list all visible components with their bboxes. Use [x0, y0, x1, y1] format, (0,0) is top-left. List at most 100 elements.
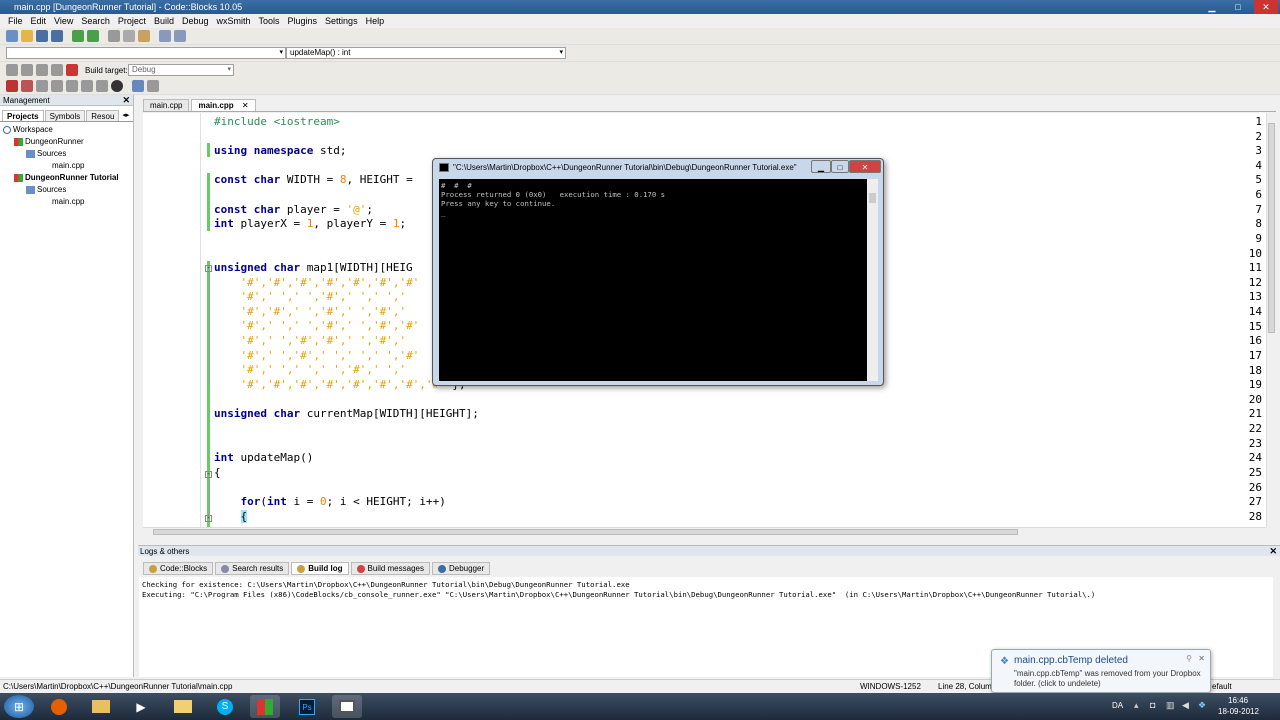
- step-out-icon[interactable]: [66, 80, 78, 92]
- next-instruction-icon[interactable]: [81, 80, 93, 92]
- taskbar-explorer[interactable]: [86, 695, 116, 718]
- tree-file-main[interactable]: main.cpp: [0, 160, 133, 172]
- code-line: '#',' ','#',' ',' ',' ','#': [240, 349, 420, 362]
- tab-scroll-arrows[interactable]: ◂▸: [120, 110, 129, 121]
- tab-symbols[interactable]: Symbols: [44, 110, 86, 121]
- tab-build-log[interactable]: Build log: [291, 562, 349, 575]
- abort-icon[interactable]: [66, 64, 78, 76]
- console-scrollbar[interactable]: [867, 179, 878, 381]
- menu-build[interactable]: Build: [150, 16, 178, 26]
- menu-debug[interactable]: Debug: [178, 16, 213, 26]
- run-icon[interactable]: [21, 64, 33, 76]
- tab-build-messages[interactable]: Build messages: [350, 562, 430, 575]
- build-settings-icon[interactable]: [6, 64, 18, 76]
- close-icon[interactable]: ✕: [122, 95, 130, 106]
- menu-project[interactable]: Project: [114, 16, 150, 26]
- console-window[interactable]: "C:\Users\Martin\Dropbox\C++\DungeonRunn…: [432, 158, 884, 386]
- tree-folder-sources[interactable]: Sources: [0, 148, 133, 160]
- menu-help[interactable]: Help: [362, 16, 389, 26]
- taskbar-skype[interactable]: S: [210, 695, 240, 718]
- clock-time[interactable]: 16:46: [1228, 696, 1248, 705]
- line-number: 5: [1255, 173, 1262, 187]
- taskbar-folder[interactable]: [168, 695, 198, 718]
- step-instruction-icon[interactable]: [96, 80, 108, 92]
- tray-apps-icon[interactable]: ◘: [1150, 700, 1155, 710]
- stop-debug-icon[interactable]: [111, 80, 123, 92]
- tree-workspace[interactable]: Workspace: [0, 124, 133, 136]
- tree-file-main[interactable]: main.cpp: [0, 196, 133, 208]
- tab-search-results[interactable]: Search results: [215, 562, 290, 575]
- run-to-cursor-icon[interactable]: [21, 80, 33, 92]
- menu-view[interactable]: View: [50, 16, 77, 26]
- taskbar-console[interactable]: [332, 695, 362, 718]
- pin-icon[interactable]: ⚲: [1186, 654, 1192, 663]
- tab-projects[interactable]: Projects: [2, 110, 44, 121]
- dropbox-tray-icon[interactable]: ❖: [1198, 700, 1206, 711]
- scrollbar-thumb[interactable]: [869, 193, 876, 203]
- save-all-icon[interactable]: [51, 30, 63, 42]
- redo-icon[interactable]: [87, 30, 99, 42]
- taskbar-codeblocks[interactable]: [250, 695, 280, 718]
- undo-icon[interactable]: [72, 30, 84, 42]
- copy-icon[interactable]: [123, 30, 135, 42]
- close-button[interactable]: ✕: [849, 160, 881, 173]
- info-icon[interactable]: [147, 80, 159, 92]
- menu-file[interactable]: File: [4, 16, 27, 26]
- editor-horizontal-scrollbar[interactable]: [143, 527, 1266, 536]
- menu-search[interactable]: Search: [77, 16, 114, 26]
- clock-date[interactable]: 18-09-2012: [1218, 707, 1259, 716]
- open-file-icon[interactable]: [21, 30, 33, 42]
- new-file-icon[interactable]: [6, 30, 18, 42]
- close-button[interactable]: ✕: [1254, 0, 1278, 14]
- tab-resources[interactable]: Resou: [86, 110, 120, 121]
- tab-main-cpp-2[interactable]: main.cpp ✕: [191, 99, 256, 111]
- maximize-button[interactable]: □: [831, 160, 849, 173]
- tab-codeblocks[interactable]: Code::Blocks: [143, 562, 214, 575]
- fold-toggle[interactable]: -: [205, 265, 212, 272]
- taskbar-media-player[interactable]: ▶: [126, 695, 156, 718]
- debug-windows-icon[interactable]: [132, 80, 144, 92]
- replace-icon[interactable]: [174, 30, 186, 42]
- menu-plugins[interactable]: Plugins: [284, 16, 322, 26]
- menu-wxsmith[interactable]: wxSmith: [212, 16, 254, 26]
- tree-project-dungeonrunner-tutorial[interactable]: DungeonRunner Tutorial: [0, 172, 133, 184]
- taskbar-firefox[interactable]: [44, 695, 74, 718]
- scrollbar-thumb[interactable]: [1268, 123, 1275, 333]
- tree-project-dungeonrunner[interactable]: DungeonRunner: [0, 136, 133, 148]
- tray-expand-icon[interactable]: ▴: [1134, 700, 1139, 711]
- next-line-icon[interactable]: [36, 80, 48, 92]
- editor-vertical-scrollbar[interactable]: [1266, 113, 1276, 527]
- build-target-combo[interactable]: Debug ▾: [128, 64, 234, 76]
- minimize-button[interactable]: ▁: [1200, 0, 1224, 14]
- menu-edit[interactable]: Edit: [27, 16, 51, 26]
- cut-icon[interactable]: [108, 30, 120, 42]
- close-icon[interactable]: ✕: [1269, 546, 1277, 557]
- rebuild-icon[interactable]: [51, 64, 63, 76]
- save-icon[interactable]: [36, 30, 48, 42]
- dropbox-notification[interactable]: ❖ main.cpp.cbTemp deleted ⚲ ✕ "main.cpp.…: [991, 649, 1211, 693]
- scrollbar-thumb[interactable]: [153, 529, 1018, 535]
- maximize-button[interactable]: □: [1226, 0, 1250, 14]
- tab-debugger[interactable]: Debugger: [431, 562, 491, 575]
- fold-toggle[interactable]: -: [205, 471, 212, 478]
- tab-main-cpp-1[interactable]: main.cpp: [143, 99, 190, 111]
- network-icon[interactable]: ▥: [1166, 700, 1175, 711]
- console-output[interactable]: # # # Process returned 0 (0x0) execution …: [439, 179, 867, 381]
- scope-combo[interactable]: ▾: [6, 47, 286, 59]
- debug-icon[interactable]: [6, 80, 18, 92]
- taskbar-photoshop[interactable]: Ps: [292, 695, 322, 718]
- minimize-button[interactable]: ▁: [811, 160, 831, 173]
- start-button[interactable]: ⊞: [4, 695, 34, 718]
- find-icon[interactable]: [159, 30, 171, 42]
- function-combo[interactable]: updateMap() : int ▾: [286, 47, 566, 59]
- close-icon[interactable]: ✕: [1198, 654, 1205, 663]
- tree-folder-sources[interactable]: Sources: [0, 184, 133, 196]
- paste-icon[interactable]: [138, 30, 150, 42]
- menu-settings[interactable]: Settings: [321, 16, 362, 26]
- language-indicator[interactable]: DA: [1112, 701, 1123, 710]
- close-icon[interactable]: ✕: [242, 101, 249, 110]
- build-run-icon[interactable]: [36, 64, 48, 76]
- step-into-icon[interactable]: [51, 80, 63, 92]
- volume-icon[interactable]: ◀: [1182, 700, 1189, 711]
- menu-tools[interactable]: Tools: [255, 16, 284, 26]
